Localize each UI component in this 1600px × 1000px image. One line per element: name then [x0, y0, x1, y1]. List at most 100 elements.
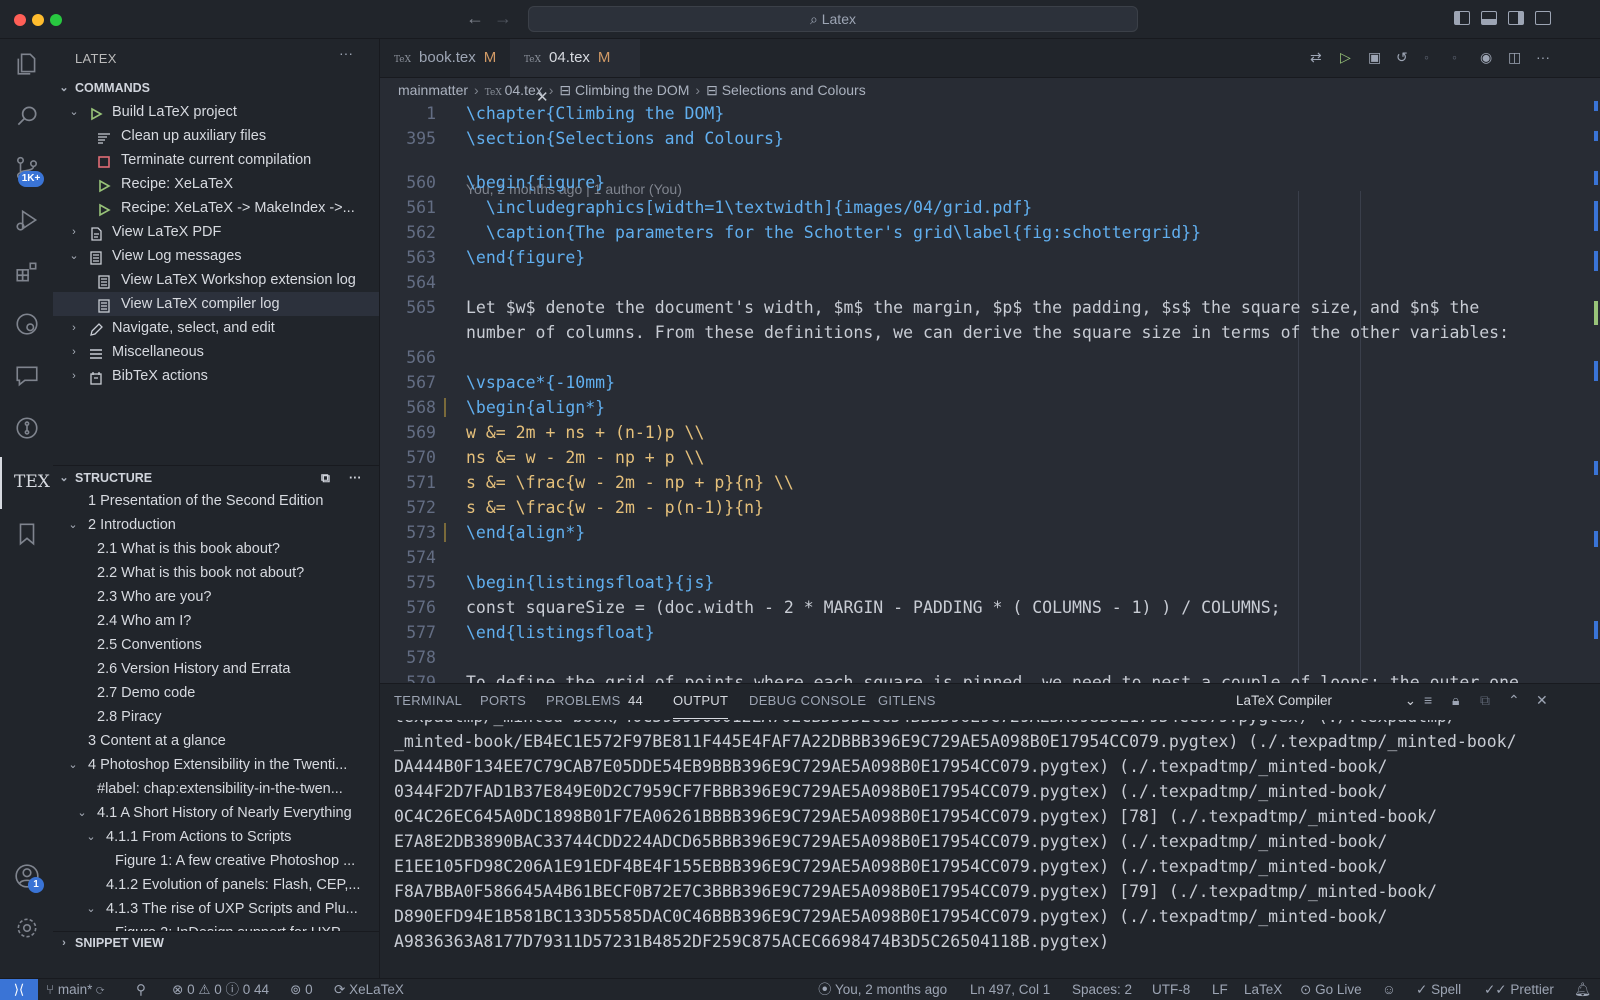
- breadcrumb-item[interactable]: Selections and Colours: [722, 82, 866, 98]
- bookmarks-icon[interactable]: [14, 521, 40, 547]
- clear-output-icon[interactable]: ≡: [1424, 692, 1432, 708]
- command-item[interactable]: ⌄ Build LaTeX project: [53, 100, 379, 124]
- lock-scroll-icon[interactable]: 🔒︎: [1452, 692, 1459, 709]
- copilot-icon[interactable]: ☺: [1382, 979, 1396, 1000]
- prettier[interactable]: ✓✓ Prettier: [1484, 979, 1554, 1000]
- structure-item[interactable]: 4.1.2 Evolution of panels: Flash, CEP,..…: [53, 873, 379, 897]
- command-item[interactable]: Recipe: XeLaTeX -> MakeIndex ->...: [53, 196, 379, 220]
- revert-icon[interactable]: ↺: [1396, 49, 1408, 66]
- gitlens-graph-icon[interactable]: ⚲: [136, 979, 146, 1000]
- command-item[interactable]: View LaTeX compiler log: [53, 292, 379, 316]
- command-item[interactable]: › Navigate, select, and edit: [53, 316, 379, 340]
- close-panel-icon[interactable]: ✕: [1536, 692, 1548, 709]
- structure-item[interactable]: 2.1 What is this book about?: [53, 537, 379, 561]
- structure-item[interactable]: 2.7 Demo code: [53, 681, 379, 705]
- more-actions-icon[interactable]: ···: [1536, 49, 1550, 65]
- panel-tab-problems[interactable]: PROBLEMS: [546, 684, 621, 718]
- end-of-line[interactable]: LF: [1212, 979, 1228, 1000]
- breadcrumb-item[interactable]: mainmatter: [398, 82, 468, 98]
- command-item[interactable]: Recipe: XeLaTeX: [53, 172, 379, 196]
- structure-item[interactable]: Figure 2: InDesign support for UXP: [53, 921, 379, 931]
- panel-tab-debug-console[interactable]: DEBUG CONSOLE: [749, 684, 866, 718]
- collapse-all-icon[interactable]: ⧉: [321, 467, 330, 489]
- command-item[interactable]: › BibTeX actions: [53, 364, 379, 388]
- structure-item[interactable]: 2.3 Who are you?: [53, 585, 379, 609]
- split-editor-icon[interactable]: ◫: [1508, 49, 1521, 66]
- output-log[interactable]: texpadtmp/_minted-book/40C5939906012EA70…: [394, 720, 1594, 975]
- gitlens-icon[interactable]: [14, 415, 40, 441]
- structure-item[interactable]: ⌄ 2 Introduction: [53, 513, 379, 537]
- command-item[interactable]: Clean up auxiliary files: [53, 124, 379, 148]
- command-item[interactable]: Terminate current compilation: [53, 148, 379, 172]
- language-mode[interactable]: LaTeX: [1244, 979, 1282, 1000]
- snippet-view-section-header[interactable]: › SNIPPET VIEW: [53, 931, 379, 954]
- close-window-button[interactable]: [14, 14, 26, 26]
- output-channel-select[interactable]: LaTeX Compiler ⌄: [1236, 690, 1416, 712]
- breadcrumb-item[interactable]: 04.tex: [505, 82, 543, 98]
- cursor-position[interactable]: Ln 497, Col 1: [970, 979, 1050, 1000]
- ports-indicator[interactable]: ⊚ 0: [290, 979, 313, 1000]
- gitlens-next-icon[interactable]: ◦: [1452, 49, 1457, 65]
- maximize-panel-icon[interactable]: ⌃: [1508, 692, 1520, 709]
- remote-explorer-icon[interactable]: [14, 311, 40, 337]
- view-pdf-icon[interactable]: ▣: [1368, 49, 1381, 66]
- structure-item[interactable]: 3 Content at a glance: [53, 729, 379, 753]
- panel-tab-terminal[interactable]: TERMINAL: [394, 684, 462, 718]
- extensions-icon[interactable]: [14, 259, 40, 285]
- structure-section-header[interactable]: ⌄ STRUCTURE ⧉ ···: [53, 467, 379, 489]
- command-center-search[interactable]: ⌕ Latex: [528, 6, 1138, 32]
- tab-book-tex[interactable]: TeX book.tex M: [380, 39, 508, 77]
- tex-icon[interactable]: TEX: [14, 469, 50, 495]
- more-actions-icon[interactable]: ···: [339, 45, 353, 61]
- structure-item[interactable]: 2.6 Version History and Errata: [53, 657, 379, 681]
- comments-icon[interactable]: [14, 363, 40, 389]
- open-in-editor-icon[interactable]: ⧉: [1480, 692, 1490, 709]
- encoding[interactable]: UTF-8: [1152, 979, 1190, 1000]
- code-editor[interactable]: You, 2 months ago | 1 author (You) 1 \cha…: [380, 101, 1570, 721]
- structure-item[interactable]: 2.8 Piracy: [53, 705, 379, 729]
- structure-item[interactable]: #label: chap:extensibility-in-the-twen..…: [53, 777, 379, 801]
- toggle-panel-icon[interactable]: [1481, 11, 1497, 25]
- forward-arrow-icon[interactable]: →: [494, 8, 512, 29]
- panel-tab-output[interactable]: OUTPUT: [673, 684, 729, 719]
- run-debug-icon[interactable]: [14, 207, 40, 233]
- command-item[interactable]: › View LaTeX PDF: [53, 220, 379, 244]
- go-live-button[interactable]: ⊙ Go Live: [1300, 979, 1362, 1000]
- toggle-secondary-sidebar-icon[interactable]: [1508, 11, 1524, 25]
- gitlens-prev-icon[interactable]: ◦: [1424, 49, 1429, 65]
- back-arrow-icon[interactable]: ←: [466, 8, 484, 29]
- command-item[interactable]: ⌄ View Log messages: [53, 244, 379, 268]
- notifications-bell-icon[interactable]: 🔔︎: [1574, 979, 1591, 1000]
- blame-indicator[interactable]: ⦿ You, 2 months ago: [818, 979, 947, 1000]
- structure-item[interactable]: ⌄ 4.1 A Short History of Nearly Everythin…: [53, 801, 379, 825]
- more-actions-icon[interactable]: ···: [349, 467, 362, 489]
- problems-indicator[interactable]: ⊗ 0 ⚠ 0 ⓘ 0 44: [172, 979, 269, 1000]
- command-item[interactable]: › Miscellaneous: [53, 340, 379, 364]
- spell-check[interactable]: ✓ Spell: [1416, 979, 1461, 1000]
- compare-changes-icon[interactable]: ⇄: [1310, 49, 1322, 66]
- structure-item[interactable]: 2.4 Who am I?: [53, 609, 379, 633]
- commands-section-header[interactable]: ⌄ COMMANDS: [53, 77, 379, 99]
- latex-recipe-indicator[interactable]: ⟳ XeLaTeX: [334, 979, 404, 1000]
- build-play-icon[interactable]: ▷: [1340, 49, 1351, 66]
- structure-item[interactable]: ⌄ 4 Photoshop Extensibility in the Twenti…: [53, 753, 379, 777]
- tab-04-tex[interactable]: TeX 04.tex M ✕: [510, 39, 640, 106]
- panel-tab-gitlens[interactable]: GITLENS: [878, 684, 936, 718]
- structure-item[interactable]: ⌄ 4.1.3 The rise of UXP Scripts and Plu..…: [53, 897, 379, 921]
- panel-tab-ports[interactable]: PORTS: [480, 684, 526, 718]
- branch-indicator[interactable]: ⑂ main* ⟳: [46, 979, 104, 1000]
- customize-layout-icon[interactable]: [1535, 11, 1551, 25]
- explorer-icon[interactable]: [14, 51, 40, 77]
- remote-indicator-icon[interactable]: ⟩⟨: [0, 979, 38, 1000]
- command-item[interactable]: View LaTeX Workshop extension log: [53, 268, 379, 292]
- structure-item[interactable]: ⌄ 4.1.1 From Actions to Scripts: [53, 825, 379, 849]
- settings-gear-icon[interactable]: [14, 915, 40, 941]
- maximize-window-button[interactable]: [50, 14, 62, 26]
- gitlens-icon[interactable]: ◉: [1480, 49, 1492, 66]
- minimize-window-button[interactable]: [32, 14, 44, 26]
- structure-item[interactable]: 2.2 What is this book not about?: [53, 561, 379, 585]
- structure-item[interactable]: 1 Presentation of the Second Edition: [53, 489, 379, 513]
- structure-item[interactable]: 2.5 Conventions: [53, 633, 379, 657]
- breadcrumb-item[interactable]: Climbing the DOM: [575, 82, 689, 98]
- indentation[interactable]: Spaces: 2: [1072, 979, 1132, 1000]
